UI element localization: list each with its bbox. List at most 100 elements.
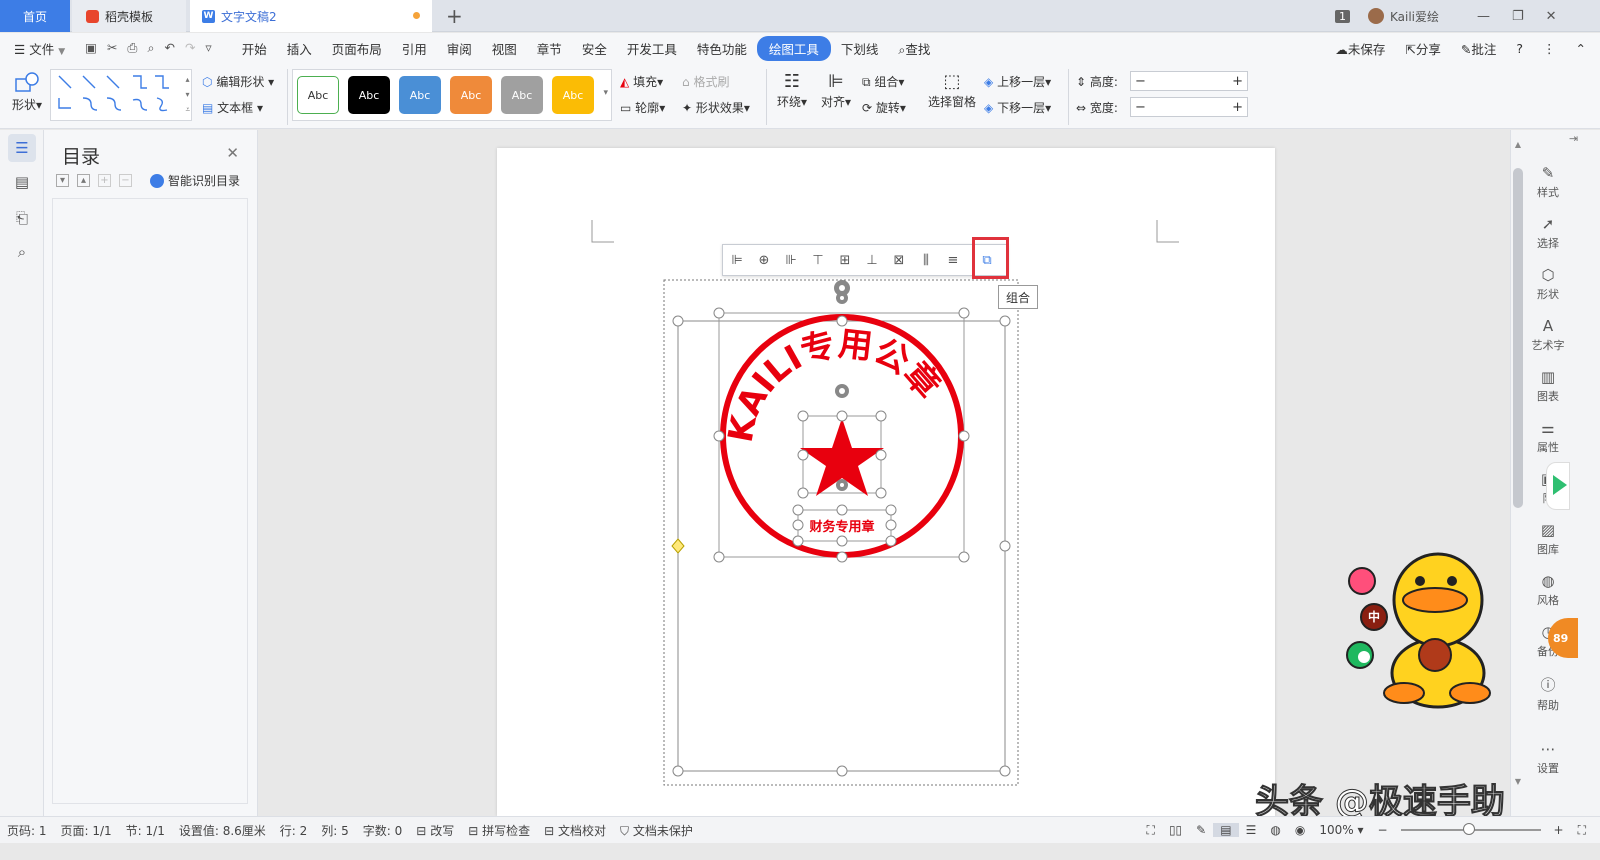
side-green-tab-icon[interactable] — [1546, 462, 1570, 510]
send-backward-button[interactable]: ◈ 下移一层▾ — [984, 99, 1051, 116]
outline-button[interactable]: ▭ 轮廓▾ — [620, 99, 665, 116]
status-col[interactable]: 列: 5 — [314, 822, 356, 839]
select-pane-button[interactable]: ⬚ 选择窗格 — [926, 71, 978, 110]
align-middle-icon[interactable]: ⊞ — [835, 250, 855, 270]
right-item-help[interactable]: ⓘ 帮助 — [1520, 674, 1576, 713]
comment-button[interactable]: ✎批注 — [1451, 39, 1507, 58]
fullscreen-icon[interactable]: ⛶ — [1140, 823, 1162, 838]
toc-expand-icon[interactable]: ▾ — [56, 174, 69, 187]
menu-item-developer[interactable]: 开发工具 — [617, 39, 687, 58]
help-icon[interactable]: ? — [1506, 41, 1533, 56]
style-more-icon[interactable]: ▾ — [603, 88, 608, 98]
print-preview-icon[interactable]: ⌕ — [147, 40, 164, 55]
restore-icon[interactable]: ❐ — [1512, 9, 1524, 24]
minimize-icon[interactable]: — — [1477, 9, 1490, 24]
fill-button[interactable]: ◭ 填充▾ — [620, 73, 663, 90]
rotate-button[interactable]: ⟳ 旋转▾ — [862, 99, 906, 116]
gallery-scroll-icon[interactable]: ▴ ▾ ⩡ — [185, 72, 190, 117]
tab-document[interactable]: W 文字文稿2 — [190, 0, 432, 32]
height-increase-icon[interactable]: + — [1232, 74, 1243, 89]
distribute-horizontal-icon[interactable]: ⫼ — [916, 250, 936, 270]
unsaved-button[interactable]: ☁未保存 — [1325, 39, 1395, 58]
right-item-shape[interactable]: ⬡ 形状 — [1520, 266, 1576, 302]
width-input[interactable]: − + — [1130, 97, 1248, 117]
eye-protect-icon[interactable]: ◉ — [1288, 823, 1312, 837]
width-decrease-icon[interactable]: − — [1135, 100, 1146, 115]
line-shapes-gallery[interactable]: ▴ ▾ ⩡ — [50, 69, 192, 121]
width-increase-icon[interactable]: + — [1232, 100, 1243, 115]
right-item-wordart[interactable]: A 艺术字 — [1520, 317, 1576, 353]
height-input[interactable]: − + — [1130, 71, 1248, 91]
distribute-vertical-icon[interactable]: ≡ — [943, 250, 963, 270]
align-top-icon[interactable]: ⊤ — [808, 250, 828, 270]
zoom-out-icon[interactable]: − — [1370, 823, 1394, 837]
status-setting[interactable]: 设置值: 8.6厘米 — [172, 822, 273, 839]
stamp-bottom-text[interactable]: 财务专用章 — [809, 519, 874, 535]
smart-toc-button[interactable]: 智能识别目录 — [150, 172, 240, 189]
align-right-icon[interactable]: ⊪ — [781, 250, 801, 270]
height-decrease-icon[interactable]: − — [1135, 74, 1146, 89]
window-count-badge[interactable]: 1 — [1335, 9, 1350, 23]
toc-close-icon[interactable]: ✕ — [226, 144, 239, 162]
format-brush-button[interactable]: ⌂ 格式刷 — [682, 73, 729, 90]
toc-add-icon[interactable]: + — [98, 174, 111, 187]
menu-item-page-layout[interactable]: 页面布局 — [322, 39, 392, 58]
share-button[interactable]: ⇱分享 — [1395, 39, 1451, 58]
tab-template[interactable]: 稻壳模板 — [72, 0, 186, 32]
style-orange[interactable]: Abc — [450, 76, 492, 114]
print-icon[interactable]: ⎙ — [127, 40, 147, 55]
menu-item-insert[interactable]: 插入 — [277, 39, 322, 58]
right-item-style[interactable]: ✎ 样式 — [1520, 164, 1576, 200]
status-page-no[interactable]: 页码: 1 — [0, 822, 54, 839]
scroll-down-icon[interactable]: ▼ — [1511, 777, 1525, 786]
save-icon[interactable]: ▣ — [85, 40, 107, 55]
menu-item-underline[interactable]: 下划线 — [831, 39, 889, 58]
menu-item-chapter[interactable]: 章节 — [527, 39, 572, 58]
more-icon[interactable]: ⋮ — [1533, 41, 1566, 56]
zoom-level[interactable]: 100% ▾ — [1312, 823, 1370, 837]
status-expand-icon[interactable]: ⛶ — [1571, 823, 1600, 838]
toc-nav-icon[interactable]: ☰ — [8, 134, 36, 162]
align-button[interactable]: ⊫ 对齐▾ — [818, 71, 854, 110]
right-item-settings[interactable]: ⋯ 设置 — [1520, 740, 1576, 776]
menu-item-features[interactable]: 特色功能 — [687, 39, 757, 58]
bring-forward-button[interactable]: ◈ 上移一层▾ — [984, 73, 1051, 90]
redo-icon[interactable]: ↷ — [185, 40, 205, 55]
style-blue[interactable]: Abc — [399, 76, 441, 114]
wrap-button[interactable]: ☷ 环绕▾ — [774, 71, 810, 110]
style-black[interactable]: Abc — [348, 76, 390, 114]
status-protect[interactable]: ⛉ 文档未保护 — [613, 822, 700, 839]
menu-item-start[interactable]: 开始 — [232, 39, 277, 58]
status-section[interactable]: 节: 1/1 — [119, 822, 172, 839]
new-tab-plus-icon[interactable]: + — [446, 4, 463, 28]
customize-icon[interactable]: ▿ — [205, 40, 221, 55]
status-proof[interactable]: ⊟ 文档校对 — [537, 822, 613, 839]
menu-item-security[interactable]: 安全 — [572, 39, 617, 58]
shape-effect-button[interactable]: ✦ 形状效果▾ — [682, 99, 750, 116]
menu-search[interactable]: ⌕查找 — [888, 39, 940, 58]
status-spell[interactable]: ⊟ 拼写检查 — [461, 822, 537, 839]
zoom-slider-thumb[interactable] — [1462, 823, 1475, 835]
shape-button[interactable]: 形状▾ — [10, 71, 44, 113]
right-item-chart[interactable]: ▥ 图表 — [1520, 368, 1576, 404]
web-view-icon[interactable]: ◍ — [1263, 823, 1287, 837]
status-row[interactable]: 行: 2 — [273, 822, 315, 839]
scroll-up-icon[interactable]: ▲ — [1511, 140, 1525, 149]
format-painter-icon[interactable]: ✂ — [107, 40, 127, 55]
group-button[interactable]: ⧉ 组合▾ — [862, 73, 904, 90]
toc-remove-icon[interactable]: − — [119, 174, 132, 187]
status-pages[interactable]: 页面: 1/1 — [54, 822, 119, 839]
right-item-theme[interactable]: ◍ 风格 — [1520, 572, 1576, 608]
page-view-icon[interactable]: ▤ — [1213, 823, 1239, 837]
collapse-ribbon-icon[interactable]: ⌃ — [1566, 41, 1600, 56]
avatar[interactable] — [1368, 8, 1384, 24]
toc-collapse-icon[interactable]: ▴ — [77, 174, 90, 187]
edit-mode-icon[interactable]: ✎ — [1189, 823, 1213, 837]
read-mode-icon[interactable]: ▯▯ — [1162, 823, 1189, 837]
zoom-in-icon[interactable]: + — [1547, 823, 1571, 837]
style-yellow[interactable]: Abc — [552, 76, 594, 114]
right-item-gallery[interactable]: ▨ 图库 — [1520, 521, 1576, 557]
edit-shape-button[interactable]: ⬡ 编辑形状 ▾ — [202, 73, 274, 90]
tab-home[interactable]: 首页 — [0, 0, 70, 32]
right-item-properties[interactable]: ⚌ 属性 — [1520, 419, 1576, 455]
